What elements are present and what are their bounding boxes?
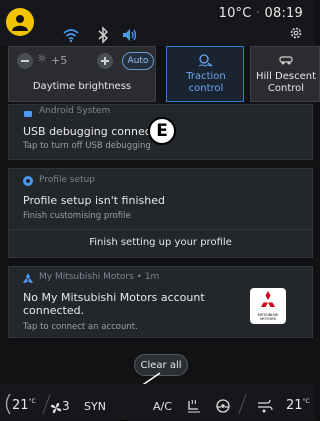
volume-icon[interactable] (120, 26, 138, 44)
divider (9, 229, 312, 230)
seat-heat-icon[interactable] (186, 398, 202, 414)
hill-descent-icon (279, 56, 293, 65)
fan-icon (50, 402, 62, 414)
brightness-increase-button[interactable] (97, 53, 113, 69)
fan-level[interactable]: 3 (62, 399, 70, 413)
notification-subtitle: Tap to connect an account. (23, 322, 138, 332)
wifi-icon[interactable] (62, 26, 80, 44)
clock-time: 08:19 (264, 6, 303, 21)
user-avatar[interactable] (6, 8, 34, 36)
brightness-label: Daytime brightness (32, 81, 132, 92)
quick-settings-panel: ☼ +5 Auto Daytime brightness Traction co… (8, 46, 320, 104)
hill-descent-tile[interactable]: Hill Descent Control (250, 46, 320, 102)
notification-subtitle: Finish customising profile (23, 211, 131, 221)
ac-button[interactable]: A/C (153, 400, 172, 413)
left-temp-arc (5, 393, 11, 415)
sun-icon: ☼ (37, 52, 47, 65)
notification-app-name: My Mitsubishi Motors • 1m (39, 272, 160, 282)
status-clock: 10°C · 08:19 (218, 6, 303, 21)
mitsubishi-logo-icon (261, 291, 275, 307)
brightness-decrease-button[interactable] (17, 53, 33, 69)
profile-settings-icon (23, 176, 33, 186)
android-icon (24, 111, 32, 117)
notification-app-name: Profile setup (39, 175, 96, 185)
mitsubishi-logo-text: MITSUBISHI MOTORS (257, 313, 279, 321)
brightness-auto-toggle[interactable]: Auto (122, 52, 154, 70)
airflow-icon[interactable] (256, 398, 274, 414)
notification-title: USB debugging connected (23, 125, 169, 138)
separator (238, 394, 247, 414)
notification-title: Profile setup isn't finished (23, 194, 165, 207)
outside-temperature: 10°C (218, 6, 252, 21)
left-temperature-unit: °C (28, 398, 36, 405)
finish-profile-button[interactable]: Finish setting up your profile (9, 237, 312, 248)
notification-app-name: Android System (39, 106, 111, 116)
traction-control-tile[interactable]: Traction control (166, 46, 244, 102)
mitsubishi-logo: MITSUBISHI MOTORS (250, 288, 286, 324)
left-temperature[interactable]: 21°C (12, 398, 36, 413)
right-temperature-unit: °C (302, 398, 310, 405)
gear-icon[interactable] (289, 26, 303, 40)
callout-e: E (148, 117, 176, 145)
steering-heat-icon[interactable] (215, 398, 231, 414)
hill-descent-label: Hill Descent Control (256, 71, 317, 94)
notification-card-profile[interactable]: Profile setup Profile setup isn't finish… (8, 168, 313, 258)
notification-title: No My Mitsubishi Motors account connecte… (23, 291, 205, 317)
traction-control-icon (198, 54, 213, 67)
bluetooth-icon[interactable] (94, 26, 112, 44)
climate-bar: 21°C 3 SYN A/C 21°C (0, 384, 315, 420)
user-icon (12, 15, 28, 31)
brightness-tile: ☼ +5 Auto Daytime brightness (8, 46, 156, 102)
right-temperature-value: 21 (286, 398, 303, 413)
brightness-value: +5 (51, 54, 68, 67)
notification-card-mitsubishi[interactable]: My Mitsubishi Motors • 1m No My Mitsubis… (8, 266, 313, 338)
left-temperature-value: 21 (12, 398, 29, 413)
mitsubishi-app-icon (23, 273, 33, 283)
right-temperature[interactable]: 21°C (286, 398, 310, 413)
traction-control-label: Traction control (186, 71, 226, 94)
notification-subtitle: Tap to turn off USB debugging (23, 141, 151, 151)
sync-button[interactable]: SYN (84, 400, 106, 413)
